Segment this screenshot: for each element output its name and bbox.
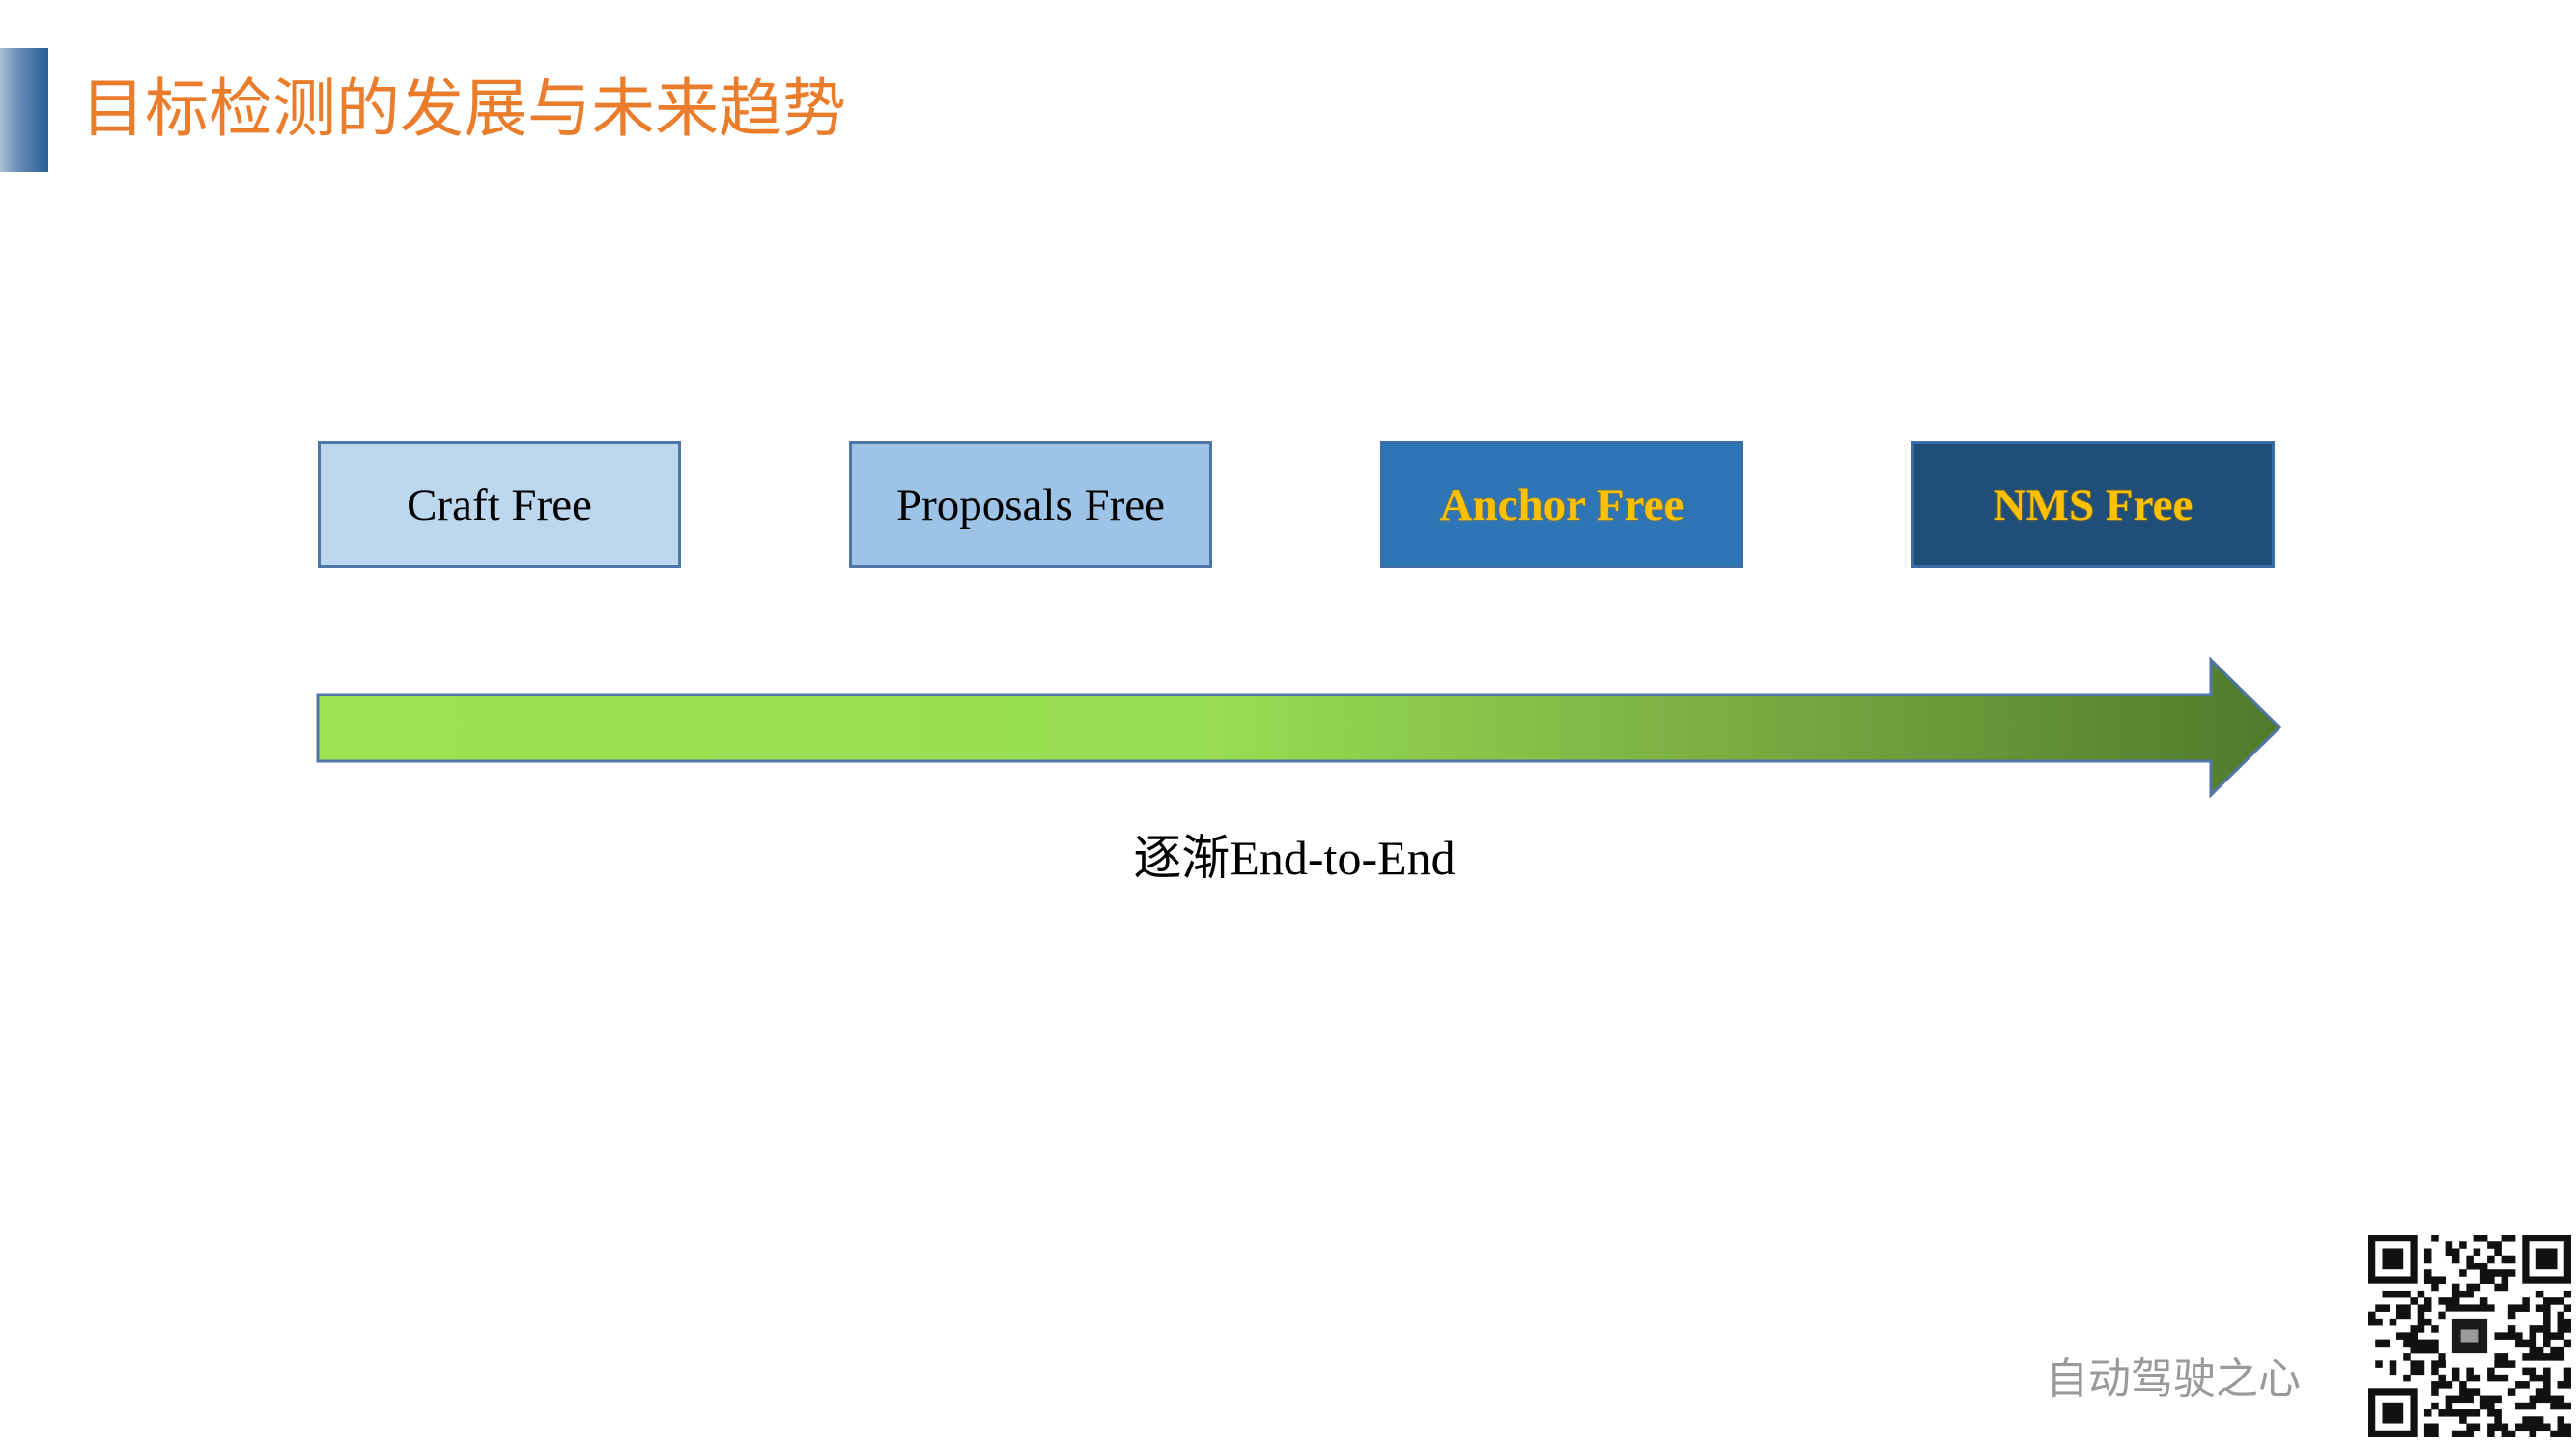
trend-arrow [316,656,2282,799]
arrow-shape [316,656,2282,799]
qr-code [2368,1235,2571,1437]
trend-label: 逐渐End-to-End [1133,831,1456,885]
brand-name: 自动驾驶之心 [2046,1354,2301,1404]
